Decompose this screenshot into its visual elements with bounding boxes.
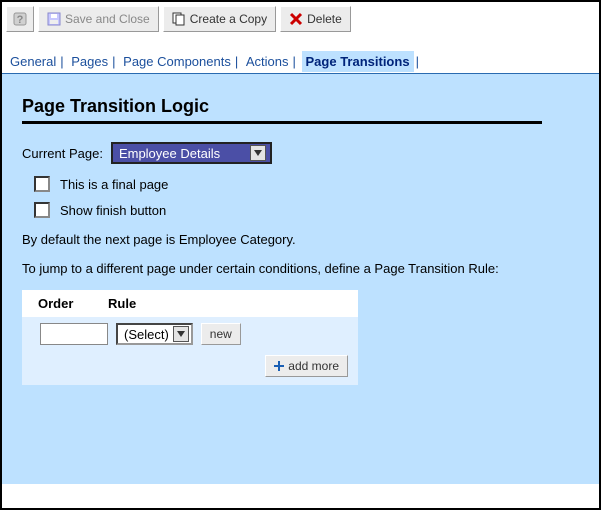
save-and-close-button[interactable]: Save and Close (38, 6, 159, 32)
tab-page-transitions[interactable]: Page Transitions (302, 51, 414, 72)
table-row: (Select) new (22, 317, 358, 351)
tab-general[interactable]: General (8, 54, 58, 69)
delete-label: Delete (307, 12, 342, 26)
chevron-down-icon (250, 145, 266, 161)
plus-icon (274, 361, 284, 371)
page-transitions-panel: Page Transition Logic Current Page: Empl… (2, 74, 599, 484)
default-next-text: By default the next page is Employee Cat… (22, 232, 579, 247)
new-label: new (210, 327, 232, 341)
current-page-select[interactable]: Employee Details (111, 142, 272, 164)
current-page-label: Current Page: (22, 146, 103, 161)
tab-page-components[interactable]: Page Components (121, 54, 233, 69)
help-icon: ? (13, 12, 27, 26)
svg-text:?: ? (17, 14, 24, 26)
tab-pages[interactable]: Pages (69, 54, 110, 69)
rule-select[interactable]: (Select) (116, 323, 193, 345)
new-rule-button[interactable]: new (201, 323, 241, 345)
jump-instruction-text: To jump to a different page under certai… (22, 261, 579, 276)
save-label: Save and Close (65, 12, 150, 26)
toolbar: ? Save and Close Create a Copy Delete (2, 2, 599, 36)
col-order-header: Order (22, 296, 102, 311)
add-more-button[interactable]: add more (265, 355, 348, 377)
chevron-down-icon (173, 326, 189, 342)
help-button[interactable]: ? (6, 6, 34, 32)
rule-select-value: (Select) (124, 327, 169, 342)
title-rule (22, 121, 542, 124)
delete-button[interactable]: Delete (280, 6, 351, 32)
tab-bar: General| Pages| Page Components| Actions… (2, 36, 599, 74)
final-page-label: This is a final page (60, 177, 168, 192)
copy-icon (172, 12, 186, 26)
copy-label: Create a Copy (190, 12, 267, 26)
save-icon (47, 12, 61, 26)
show-finish-label: Show finish button (60, 203, 166, 218)
order-input[interactable] (40, 323, 108, 345)
create-copy-button[interactable]: Create a Copy (163, 6, 276, 32)
current-page-value: Employee Details (119, 146, 220, 161)
col-rule-header: Rule (102, 296, 358, 311)
delete-icon (289, 12, 303, 26)
show-finish-checkbox[interactable] (34, 202, 50, 218)
panel-title: Page Transition Logic (22, 96, 579, 117)
app-window: ? Save and Close Create a Copy Delete Ge… (0, 0, 601, 510)
final-page-checkbox[interactable] (34, 176, 50, 192)
rules-table: Order Rule (Select) new (22, 290, 358, 385)
add-more-label: add more (288, 359, 339, 373)
tab-actions[interactable]: Actions (244, 54, 291, 69)
rules-header: Order Rule (22, 290, 358, 317)
